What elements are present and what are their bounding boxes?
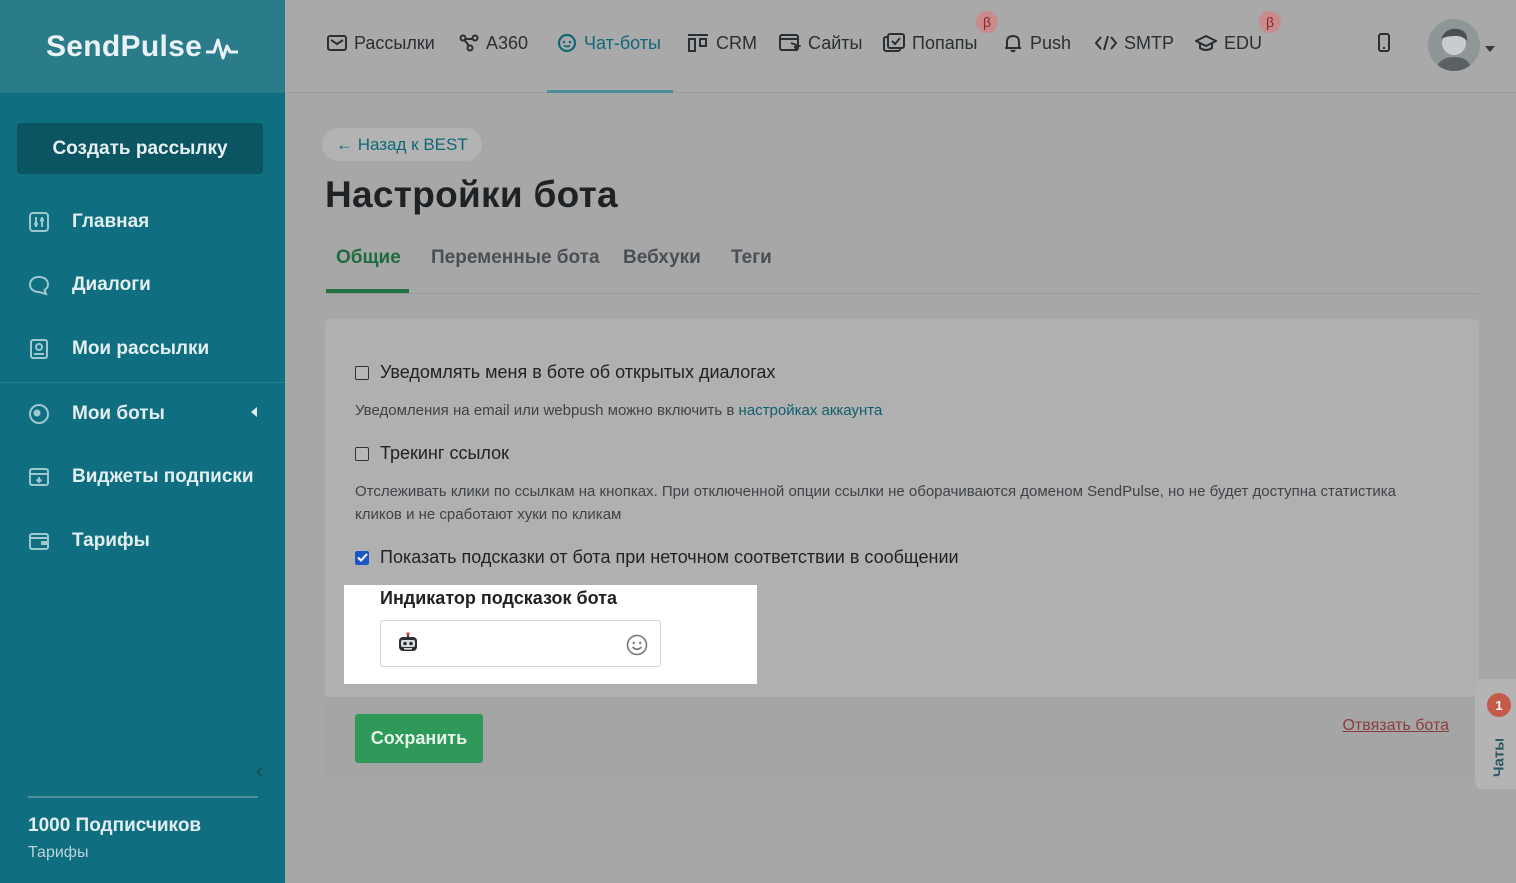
option-label: Уведомлять меня в боте об открытых диало…	[380, 362, 776, 382]
envelope-icon	[327, 34, 347, 52]
nav-edu[interactable]: EDU	[1195, 30, 1262, 56]
card-footer	[325, 697, 1479, 778]
pulse-icon	[206, 38, 239, 59]
option-label: Показать подсказки от бота при неточном …	[380, 547, 959, 567]
nav-crm[interactable]: CRM	[687, 30, 757, 56]
sidebar-item-label: Мои рассылки	[72, 338, 210, 359]
chatbot-icon	[557, 33, 577, 53]
nav-label: Push	[1030, 32, 1072, 53]
sliders-icon	[27, 210, 51, 234]
bell-icon	[1003, 33, 1023, 53]
account-settings-link[interactable]: настройках аккаунта	[739, 402, 883, 419]
widget-icon	[27, 465, 51, 489]
save-button[interactable]: Сохранить	[355, 714, 483, 763]
nav-a360[interactable]: A360	[459, 30, 528, 56]
active-tab-indicator	[326, 289, 409, 293]
nav-label: Сайты	[808, 32, 863, 53]
sidebar-item-label: Тарифы	[72, 530, 150, 551]
nav-label: Попапы	[912, 32, 978, 53]
nav-label: Чат-боты	[584, 32, 661, 53]
create-campaign-button[interactable]: Создать рассылку	[17, 123, 263, 174]
unlink-bot-link[interactable]: Отвязать бота	[1342, 717, 1449, 735]
chat-bubble-icon	[27, 273, 51, 297]
sidebar-divider	[0, 382, 285, 383]
chats-count-badge: 1	[1487, 693, 1511, 717]
emoji-picker-icon[interactable]	[626, 634, 648, 661]
nav-label: SMTP	[1124, 32, 1175, 53]
checkmark-icon	[356, 553, 368, 562]
collapse-sidebar-icon[interactable]: ‹	[256, 758, 263, 784]
subscribers-count: 1000 Подписчиков	[28, 815, 202, 836]
code-icon	[1095, 34, 1117, 52]
mobile-phone-icon[interactable]	[1376, 33, 1392, 58]
tracking-hint: Отслеживать клики по ссылкам на кнопках.…	[355, 483, 1396, 523]
tab-tags[interactable]: Теги	[731, 247, 772, 269]
indicator-highlight-panel: Индикатор подсказок бота	[344, 585, 757, 684]
nav-label: CRM	[716, 32, 757, 53]
popup-icon	[883, 33, 905, 53]
sidebar-item-my-bots[interactable]: Мои боты	[0, 394, 285, 434]
sidebar-item-dialogs[interactable]: Диалоги	[0, 265, 285, 305]
nav-label: EDU	[1224, 32, 1263, 53]
notify-hint: Уведомления на email или webpush можно в…	[355, 399, 1425, 422]
page-title: Настройки бота	[325, 174, 618, 215]
nav-campaigns[interactable]: Рассылки	[327, 30, 435, 56]
sidebar-item-tariffs[interactable]: Тарифы	[0, 521, 285, 561]
sidebar-item-my-campaigns[interactable]: Мои рассылки	[0, 329, 285, 369]
browser-icon	[779, 33, 801, 53]
indicator-emoji-input[interactable]	[380, 620, 661, 667]
option-notify-dialogs[interactable]: Уведомлять меня в боте об открытых диало…	[355, 362, 775, 383]
graduation-cap-icon	[1195, 33, 1217, 53]
sidebar-item-label: Мои боты	[72, 403, 165, 424]
beta-badge-popups: β	[976, 11, 998, 33]
chats-widget[interactable]: 1 Чаты	[1475, 679, 1516, 789]
nav-push[interactable]: Push	[1003, 30, 1071, 56]
notify-hint-text: Уведомления на email или webpush можно в…	[355, 402, 739, 419]
nav-chatbots[interactable]: Чат-боты	[557, 30, 661, 56]
sidebar-item-home[interactable]: Главная	[0, 202, 285, 242]
tracking-checkbox[interactable]	[355, 446, 369, 461]
wallet-icon	[27, 529, 51, 553]
beta-badge-edu: β	[1259, 11, 1281, 33]
sidebar-footer-divider	[28, 796, 258, 798]
nav-smtp[interactable]: SMTP	[1095, 30, 1174, 56]
option-show-suggestions[interactable]: Показать подсказки от бота при неточном …	[355, 547, 959, 568]
sidebar: SendPulse Создать рассылку Главная Диало…	[0, 0, 285, 883]
nodes-icon	[459, 34, 479, 52]
nav-sites[interactable]: Сайты	[779, 30, 862, 56]
notify-checkbox[interactable]	[355, 365, 369, 380]
nav-label: A360	[486, 32, 529, 53]
expand-arrow-icon[interactable]	[251, 407, 257, 417]
kanban-icon	[687, 33, 709, 53]
mail-box-icon	[27, 337, 51, 361]
sidebar-item-widgets[interactable]: Виджеты подписки	[0, 457, 285, 497]
settings-card: Уведомлять меня в боте об открытых диало…	[325, 319, 1479, 778]
option-link-tracking[interactable]: Трекинг ссылок	[355, 443, 509, 464]
top-navigation: Рассылки A360 Чат-боты CRM Сайты Попапы …	[285, 0, 1516, 93]
back-button[interactable]: ← Назад к BEST	[322, 128, 482, 161]
tab-general[interactable]: Общие	[336, 247, 401, 269]
sidebar-item-label: Главная	[72, 211, 150, 232]
nav-label: Рассылки	[354, 32, 435, 53]
globe-icon	[27, 402, 51, 426]
settings-tabs: Общие Переменные бота Вебхуки Теги	[325, 240, 1479, 294]
brand-name: SendPulse	[46, 29, 203, 63]
nav-popups[interactable]: Попапы	[883, 30, 977, 56]
sendpulse-logo[interactable]: SendPulse	[0, 0, 285, 93]
sidebar-item-label: Диалоги	[72, 274, 151, 295]
chevron-down-icon[interactable]	[1485, 46, 1495, 52]
option-label: Трекинг ссылок	[380, 443, 509, 463]
suggestions-checkbox[interactable]	[355, 550, 369, 565]
indicator-label: Индикатор подсказок бота	[380, 588, 617, 608]
sidebar-item-label: Виджеты подписки	[72, 466, 254, 487]
active-tab-underline	[547, 90, 673, 93]
user-avatar[interactable]	[1428, 19, 1480, 71]
tab-webhooks[interactable]: Вебхуки	[623, 247, 701, 269]
robot-emoji-icon	[397, 632, 419, 659]
chats-label: Чаты	[1490, 737, 1508, 778]
tariffs-link[interactable]: Тарифы	[28, 844, 88, 862]
tab-bot-variables[interactable]: Переменные бота	[431, 247, 600, 269]
